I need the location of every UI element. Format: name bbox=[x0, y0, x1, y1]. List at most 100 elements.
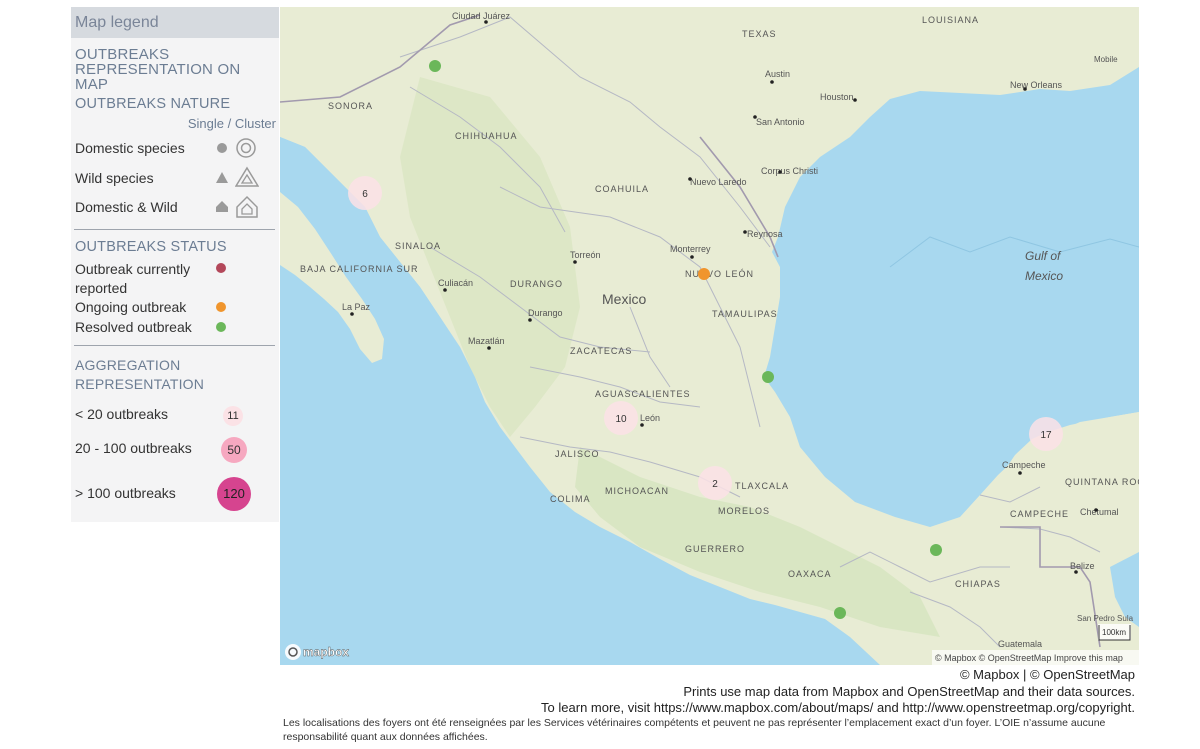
ongoing-outbreak-dot-icon bbox=[216, 302, 226, 312]
city-label: Monterrey bbox=[670, 244, 711, 254]
mapbox-logo-text: mapbox bbox=[303, 645, 349, 659]
city-label: Houston bbox=[820, 92, 854, 102]
aggregation-large-circle: 120 bbox=[217, 477, 251, 511]
region-label: TEXAS bbox=[742, 29, 777, 39]
current-outbreak-dot-icon bbox=[216, 263, 226, 273]
city-label: Belize bbox=[1070, 561, 1095, 571]
aggregation-medium-circle: 50 bbox=[221, 437, 247, 463]
domestic-wild-house-icon bbox=[216, 201, 228, 212]
resolved-outbreak-dot-icon bbox=[216, 322, 226, 332]
outbreaks-status-heading: OUTBREAKS STATUS bbox=[75, 239, 227, 255]
city-label: Guatemala bbox=[998, 639, 1042, 649]
legend-item-domestic-wild: Domestic & Wild bbox=[75, 199, 178, 215]
resolved-outbreak-marker[interactable] bbox=[429, 60, 441, 72]
region-label: BAJA CALIFORNIA SUR bbox=[300, 264, 419, 274]
region-label: NUEVO LEÓN bbox=[685, 269, 754, 279]
city-label: Culiacán bbox=[438, 278, 473, 288]
single-cluster-subheading: Single / Cluster bbox=[187, 116, 276, 131]
resolved-outbreak-marker[interactable] bbox=[834, 607, 846, 619]
status-item-resolved: Resolved outbreak bbox=[75, 319, 192, 335]
region-label: TAMAULIPAS bbox=[712, 309, 778, 319]
region-label: COLIMA bbox=[550, 494, 591, 504]
outbreaks-nature-heading: OUTBREAKS NATURE bbox=[75, 96, 231, 112]
region-label: COAHUILA bbox=[595, 184, 649, 194]
gulf-label-line2: Mexico bbox=[1025, 269, 1063, 283]
gulf-maritime-boundary bbox=[889, 236, 1139, 268]
region-label: ZACATECAS bbox=[570, 346, 632, 356]
ongoing-outbreak-marker[interactable] bbox=[698, 268, 710, 280]
cluster-count: 6 bbox=[362, 189, 368, 200]
aggregation-medium-count: 50 bbox=[227, 443, 241, 457]
city-label: Mazatlán bbox=[468, 336, 505, 346]
cluster-count: 10 bbox=[615, 414, 627, 425]
city-label: Ciudad Juárez bbox=[452, 11, 511, 21]
city-label: Torreón bbox=[570, 250, 601, 260]
region-label: OAXACA bbox=[788, 569, 832, 579]
city-label: Chetumal bbox=[1080, 507, 1119, 517]
status-item-current: Outbreak currently reported bbox=[75, 261, 191, 296]
prints-note: Prints use map data from Mapbox and Open… bbox=[683, 684, 1135, 699]
domestic-wild-cluster-icon bbox=[236, 195, 258, 218]
city-label: Reynosa bbox=[747, 229, 783, 239]
cluster-count: 17 bbox=[1040, 430, 1052, 441]
map-canvas[interactable]: Mexico Gulf of Mexico TEXAS LOUISIANA SO… bbox=[280, 7, 1139, 665]
region-label: QUINTANA ROO bbox=[1065, 477, 1139, 487]
city-label: Durango bbox=[528, 308, 563, 318]
aggregation-item-large: > 100 outbreaks bbox=[75, 485, 176, 501]
domestic-circle-icon bbox=[217, 143, 227, 153]
city-label: San Antonio bbox=[756, 117, 805, 127]
region-label: GUERRERO bbox=[685, 544, 745, 554]
aggregation-item-medium: 20 - 100 outbreaks bbox=[75, 440, 192, 456]
aggregation-small-count: 11 bbox=[227, 410, 239, 422]
wild-triangle-icon bbox=[216, 172, 228, 183]
scale-bar: 100km bbox=[1098, 624, 1131, 641]
country-label: Mexico bbox=[602, 291, 647, 307]
region-label: MICHOACAN bbox=[605, 486, 669, 496]
legend-divider bbox=[74, 229, 275, 230]
city-label: Mobile bbox=[1094, 55, 1118, 64]
mapbox-logo[interactable]: mapbox bbox=[285, 644, 350, 660]
region-label: TLAXCALA bbox=[735, 481, 789, 491]
scale-label: 100km bbox=[1102, 628, 1126, 637]
city-label: Campeche bbox=[1002, 460, 1046, 470]
legend-item-wild: Wild species bbox=[75, 170, 154, 186]
legend-divider bbox=[74, 345, 275, 346]
resolved-outbreak-marker[interactable] bbox=[762, 371, 774, 383]
cluster-marker[interactable]: 6 bbox=[348, 176, 382, 210]
region-label: LOUISIANA bbox=[922, 15, 979, 25]
region-label: JALISCO bbox=[555, 449, 600, 459]
aggregation-large-count: 120 bbox=[223, 486, 245, 501]
cluster-marker[interactable]: 17 bbox=[1029, 417, 1063, 451]
region-label: CHIHUAHUA bbox=[455, 131, 518, 141]
legend-item-domestic: Domestic species bbox=[75, 140, 185, 156]
city-label: León bbox=[640, 413, 660, 423]
aggregation-small-circle: 11 bbox=[223, 406, 243, 426]
region-label: DURANGO bbox=[510, 279, 563, 289]
region-label: SINALOA bbox=[395, 241, 441, 251]
outbreak-map[interactable]: Mexico Gulf of Mexico TEXAS LOUISIANA SO… bbox=[280, 7, 1139, 665]
city-label: Corpus Christi bbox=[761, 166, 818, 176]
gulf-label-line1: Gulf of bbox=[1025, 249, 1062, 263]
region-label: CAMPECHE bbox=[1010, 509, 1069, 519]
city-label: New Orleans bbox=[1010, 80, 1063, 90]
region-label: CHIAPAS bbox=[955, 579, 1001, 589]
map-attribution[interactable]: © Mapbox © OpenStreetMap Improve this ma… bbox=[935, 653, 1123, 663]
city-label: La Paz bbox=[342, 302, 371, 312]
disclaimer: Les localisations des foyers ont été ren… bbox=[283, 717, 1106, 743]
city-label: Nuevo Laredo bbox=[690, 177, 747, 187]
resolved-outbreak-marker[interactable] bbox=[930, 544, 942, 556]
region-label: SONORA bbox=[328, 101, 373, 111]
legend-title: Map legend bbox=[71, 7, 279, 38]
status-item-ongoing: Ongoing outbreak bbox=[75, 299, 187, 315]
wild-cluster-icon bbox=[235, 166, 259, 187]
map-legend: Map legend OUTBREAKS REPRESENTATION ON M… bbox=[71, 7, 279, 522]
city-label: Austin bbox=[765, 69, 790, 79]
region-label: AGUASCALIENTES bbox=[595, 389, 691, 399]
cluster-count: 2 bbox=[712, 479, 718, 490]
region-label: MORELOS bbox=[718, 506, 770, 516]
cluster-marker[interactable]: 2 bbox=[698, 466, 732, 500]
legend-section-title: OUTBREAKS REPRESENTATION ON MAP bbox=[75, 46, 241, 93]
city-label: San Pedro Sula bbox=[1077, 614, 1134, 623]
cluster-marker[interactable]: 10 bbox=[604, 401, 638, 435]
domestic-cluster-icon bbox=[236, 138, 256, 158]
